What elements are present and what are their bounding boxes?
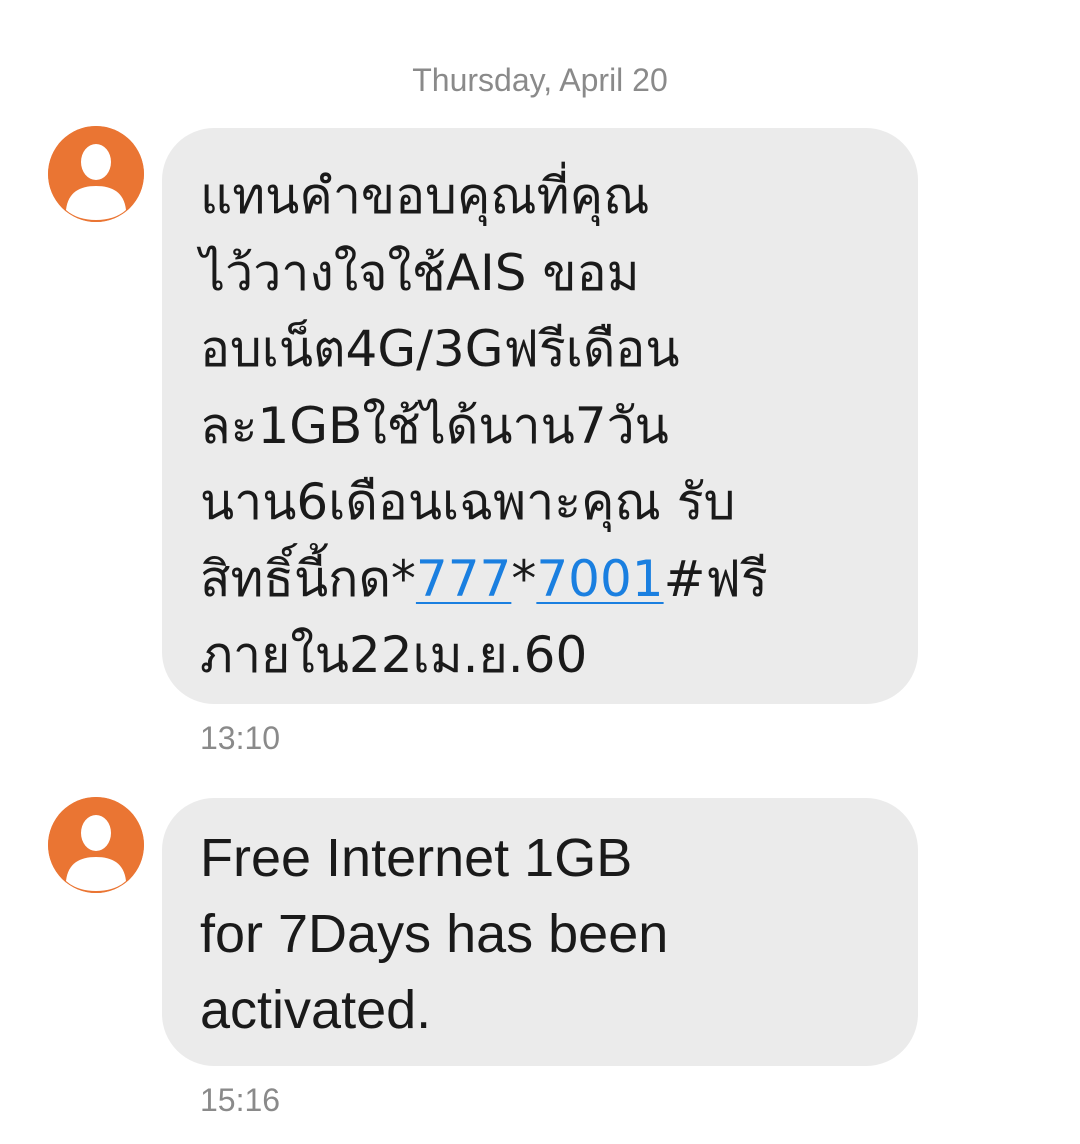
message-line: นาน6เดือนเฉพาะคุณ รับ (200, 473, 736, 531)
message-bubble[interactable]: แทนคำขอบคุณที่คุณไว้วางใจใช้AIS ขอมอบเน็… (162, 128, 918, 704)
message-line: activated. (200, 980, 432, 1040)
message-line: Free Internet 1GB (200, 828, 633, 888)
person-icon (48, 797, 144, 893)
message-line: ไว้วางใจใช้AIS ขอม (200, 243, 640, 302)
person-icon (48, 126, 144, 222)
message-timestamp: 13:10 (200, 720, 281, 756)
sender-avatar[interactable] (48, 797, 144, 893)
ussd-code-link-777[interactable]: 777 (416, 550, 511, 608)
sender-avatar[interactable] (48, 126, 144, 222)
message-text: Free Internet 1GB for 7Days has been activ… (200, 820, 878, 1048)
message-text-segment: สิทธิ์นี้กด* (200, 549, 416, 608)
message-line: แทนคำขอบคุณที่คุณ (200, 167, 650, 225)
message-text-segment: #ฟรี (663, 549, 768, 608)
message-line: ละ1GBใช้ได้นาน7วัน (200, 396, 669, 455)
message-line: อบเน็ต4G/3Gฟรีเดือน (200, 320, 680, 378)
message-timestamp: 15:16 (200, 1082, 281, 1118)
message-line: ภายใน22เม.ย.60 (200, 626, 588, 684)
message-text-segment: * (511, 549, 537, 608)
ussd-code-link-7001[interactable]: 7001 (536, 550, 663, 608)
message-bubble[interactable]: Free Internet 1GB for 7Days has been activ… (162, 798, 918, 1066)
message-line: สิทธิ์นี้กด*777*7001#ฟรี (200, 541, 878, 618)
date-header: Thursday, April 20 (412, 62, 668, 98)
message-line: for 7Days has been (200, 904, 669, 964)
message-text: แทนคำขอบคุณที่คุณไว้วางใจใช้AIS ขอมอบเน็… (200, 158, 878, 694)
